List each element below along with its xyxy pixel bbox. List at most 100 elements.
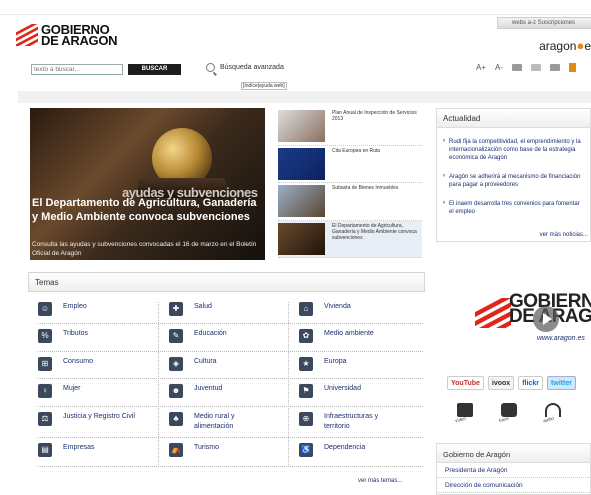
- university-icon: ⚑: [299, 384, 313, 398]
- thumb-text: Plan Anual de Inspección de Servicios 20…: [332, 110, 417, 122]
- dependency-icon: ♿: [299, 443, 313, 457]
- tema-label: Medio ambiente: [324, 330, 374, 337]
- grid-separator: [38, 351, 423, 352]
- tema-label: Mujer: [63, 385, 81, 392]
- camera-icon[interactable]: fotos: [497, 401, 525, 425]
- tema-label: Medio rural y alimentación: [194, 413, 235, 430]
- news-item[interactable]: Aragón se adherirá al mecanismo de finan…: [443, 172, 584, 189]
- tools-bar: A+ A-: [476, 63, 577, 72]
- youtube-link[interactable]: YouTube: [447, 376, 484, 390]
- rss-icon[interactable]: [569, 63, 577, 72]
- play-icon[interactable]: [533, 306, 559, 332]
- media-links: vídeo fotos audio: [453, 401, 569, 425]
- search-input[interactable]: [31, 64, 123, 75]
- font-decrease-button[interactable]: A-: [495, 63, 503, 72]
- tema-label: Universidad: [324, 385, 361, 392]
- grid-separator: [38, 406, 423, 407]
- thumb-text: El Departamento de Agricultura, Ganaderí…: [332, 222, 417, 241]
- culture-icon: ◈: [169, 357, 183, 371]
- house-icon: ⌂: [299, 302, 313, 316]
- tema-item[interactable]: ★ Europa: [299, 357, 404, 371]
- tema-label: Europa: [324, 358, 347, 365]
- youth-icon: ☻: [169, 384, 183, 398]
- tema-item[interactable]: ◈ Cultura: [169, 357, 274, 371]
- europe-icon: ★: [299, 357, 313, 371]
- tema-item[interactable]: ✿ Medio ambiente: [299, 329, 404, 343]
- tema-item[interactable]: ⚑ Universidad: [299, 384, 404, 398]
- tema-item[interactable]: ⊞ Consumo: [38, 357, 143, 371]
- grid-separator: [38, 323, 423, 324]
- gobierno-link[interactable]: Dirección de comunicación: [437, 478, 590, 493]
- tema-item[interactable]: ☺ Empleo: [38, 302, 143, 316]
- thumb-item[interactable]: El Departamento de Agricultura, Ganaderí…: [278, 220, 422, 258]
- feature-title[interactable]: El Departamento de Agricultura, Ganaderí…: [32, 196, 264, 224]
- video-icon[interactable]: vídeo: [453, 401, 481, 425]
- aragon-flag-icon: [16, 24, 38, 46]
- email-icon[interactable]: [531, 64, 542, 71]
- thumb-item[interactable]: Cita Europea en Ruta: [278, 146, 422, 183]
- aragon-es-logo[interactable]: aragon●e: [539, 38, 591, 53]
- headphones-icon[interactable]: audio: [541, 401, 569, 425]
- thumb-image: [278, 222, 325, 255]
- tema-label: Juventud: [194, 385, 223, 392]
- more-temas-link[interactable]: ver más temas...: [358, 478, 402, 484]
- actualidad-panel: Actualidad Rudi fija la competitividad, …: [436, 108, 591, 242]
- logo-line-2: DE ARAGON: [41, 33, 118, 48]
- video-url: www.aragon.es: [537, 335, 585, 342]
- actualidad-title: Actualidad: [437, 109, 590, 128]
- tema-item[interactable]: % Tributos: [38, 329, 143, 343]
- webs-suscripciones-tab[interactable]: webs a-z Suscripciones: [497, 17, 591, 29]
- print-icon[interactable]: [550, 64, 561, 71]
- environment-icon: ✿: [299, 329, 313, 343]
- gobierno-link[interactable]: Presidenta de Aragón: [437, 463, 590, 478]
- news-item[interactable]: El inaem desarrolla tres convenios para …: [443, 199, 584, 216]
- more-news-link[interactable]: ver más noticias...: [540, 232, 588, 238]
- font-increase-button[interactable]: A+: [476, 63, 486, 72]
- tema-item[interactable]: ♿ Dependencia: [299, 443, 404, 457]
- tourism-icon: ⛺: [169, 443, 183, 457]
- thumb-item[interactable]: Subasta de Bienes Inmuebles: [278, 183, 422, 221]
- infrastructure-icon: ⊕: [299, 412, 313, 426]
- tema-label: Empleo: [63, 303, 87, 310]
- woman-icon: ♀: [38, 384, 52, 398]
- featured-news[interactable]: ayudas y subvenciones El Departamento de…: [30, 108, 265, 260]
- education-icon: ✎: [169, 329, 183, 343]
- tema-item[interactable]: ⌂ Vivienda: [299, 302, 404, 316]
- header-band: [18, 91, 591, 103]
- tema-label: Dependencia: [324, 444, 366, 451]
- feature-subtitle: Consulta las ayudas y subvenciones convo…: [32, 241, 257, 257]
- tema-item[interactable]: ⛺ Turismo: [169, 443, 274, 457]
- thumb-item[interactable]: Plan Anual de Inspección de Servicios 20…: [278, 108, 422, 146]
- tema-item[interactable]: ⚖ Justicia y Registro Civil: [38, 412, 143, 426]
- temas-header: Temas: [28, 272, 425, 292]
- grid-separator: [38, 378, 423, 379]
- tema-item[interactable]: ♀ Mujer: [38, 384, 143, 398]
- cart-icon: ⊞: [38, 357, 52, 371]
- video-player[interactable]: GOBIERNODE ARAG www.aragon.es: [467, 292, 591, 348]
- twitter-link[interactable]: twitter: [546, 376, 576, 390]
- tema-item[interactable]: ▤ Empresas: [38, 443, 143, 457]
- tema-label: Turismo: [194, 444, 220, 451]
- tema-item[interactable]: ✚ Salud: [169, 302, 274, 316]
- grid-separator: [38, 466, 423, 467]
- percent-icon: %: [38, 329, 52, 343]
- ivoox-link[interactable]: ivoox: [487, 376, 515, 390]
- flickr-link[interactable]: flickr: [518, 376, 543, 390]
- tema-label: Salud: [194, 303, 212, 310]
- grid-separator: [288, 302, 289, 467]
- tema-item[interactable]: ♣ Medio rural y alimentación: [169, 412, 274, 432]
- rural-icon: ♣: [169, 412, 183, 426]
- news-item[interactable]: Rudi fija la competitividad, el emprendi…: [443, 137, 584, 162]
- audio-icon[interactable]: [512, 64, 523, 71]
- tema-label: Tributos: [63, 330, 89, 337]
- magnifier-icon: [206, 63, 215, 72]
- accessibility-links[interactable]: [índice|ayuda web]: [241, 82, 287, 90]
- search-button[interactable]: BUSCAR: [128, 64, 181, 75]
- advanced-search-link[interactable]: Búsqueda avanzada: [206, 63, 284, 72]
- tema-item[interactable]: ⊕ Infraestructuras y territorio: [299, 412, 404, 432]
- tema-label: Justicia y Registro Civil: [63, 413, 135, 420]
- gobierno-aragon-logo[interactable]: GOBIERNO DE ARAGON: [16, 22, 118, 48]
- tema-label: Empresas: [63, 444, 95, 451]
- tema-item[interactable]: ✎ Educación: [169, 329, 274, 343]
- tema-item[interactable]: ☻ Juventud: [169, 384, 274, 398]
